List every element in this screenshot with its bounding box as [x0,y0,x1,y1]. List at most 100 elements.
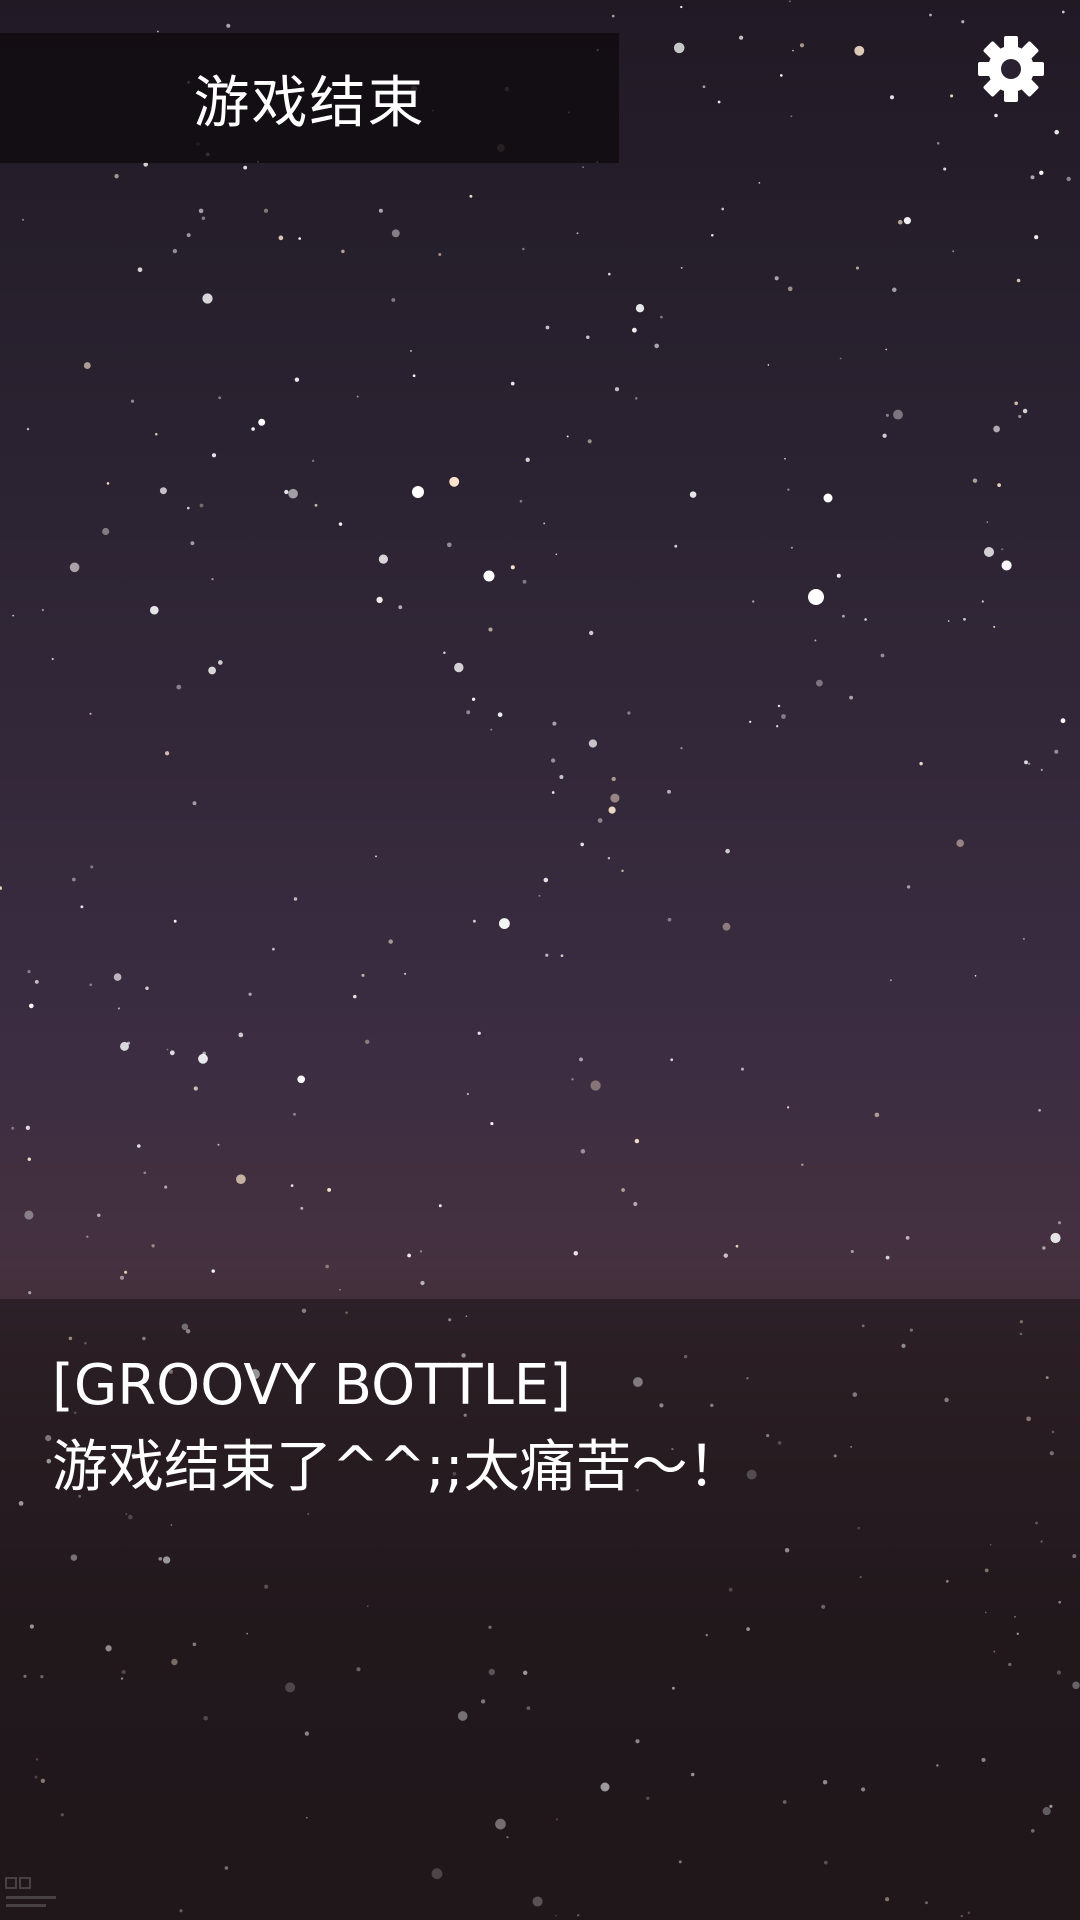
star [341,249,345,254]
bright-star [823,493,833,503]
star [477,1031,481,1035]
star [981,600,984,603]
star [143,1171,147,1175]
star [790,115,793,118]
star [325,1264,330,1269]
star [11,1126,15,1130]
star [993,625,996,628]
star [1022,937,1025,940]
star [1066,176,1071,182]
star [670,1058,674,1062]
star [510,565,515,570]
star [936,142,940,145]
star [419,1250,423,1253]
star [956,839,964,847]
star [28,1003,34,1009]
star [438,253,442,256]
gear-icon [978,36,1044,102]
star [114,174,119,179]
star [777,704,781,708]
star [391,229,400,238]
star [582,166,585,169]
star [680,267,683,269]
star [0,886,3,890]
star [633,1201,638,1207]
star [34,979,39,984]
star [611,776,616,782]
star [1016,278,1021,283]
star [621,1188,625,1192]
star [545,953,549,957]
watermark-logo [5,1877,56,1907]
star [293,897,298,901]
star [238,1032,244,1038]
star [490,728,493,731]
star [211,577,214,581]
star [284,489,289,495]
star [201,216,206,220]
star [41,608,45,612]
star [130,399,135,403]
star [236,1174,246,1185]
star [897,219,903,225]
star [454,662,464,673]
star [1057,1221,1062,1225]
star [735,1244,739,1248]
star [1022,408,1028,414]
star [816,679,823,687]
star [198,1053,208,1064]
star [994,113,998,118]
star [538,894,541,897]
star [892,287,897,293]
star [607,856,611,860]
star [137,267,143,273]
star [654,343,659,349]
star [559,774,564,780]
star [587,439,592,444]
star [202,293,213,304]
star [961,20,965,24]
star [717,100,721,104]
star [119,1275,125,1280]
star [173,919,177,923]
star [722,922,731,931]
star [1018,414,1022,419]
star [611,14,615,18]
star [27,1157,31,1161]
star [193,1086,198,1091]
star [627,711,631,715]
star [580,842,585,847]
star [882,433,887,438]
star [25,1125,31,1130]
star [490,1122,494,1126]
star [667,789,671,794]
star [792,49,794,52]
star [723,1253,729,1258]
star [880,653,885,658]
star [375,855,377,858]
star [339,1288,341,1291]
star [839,357,842,360]
star [711,234,714,237]
star [1042,1246,1046,1250]
star [854,45,865,56]
star [199,503,204,508]
game-screen[interactable]: 游戏结束 [GROOVY BOTTLE] 游戏结束了^^;;太痛苦～！ [0,0,1080,1920]
star [1060,718,1066,724]
bright-star [412,486,424,498]
settings-button[interactable] [975,33,1047,105]
star [749,720,752,723]
star [580,1149,586,1154]
star [27,969,31,974]
star [120,1041,129,1051]
star [24,1210,34,1220]
star [608,272,611,276]
bright-star [483,570,495,582]
star [550,758,556,763]
star [378,554,388,564]
star [126,1041,131,1045]
star [471,697,476,701]
star [102,527,110,536]
star [986,521,989,523]
star [752,600,755,603]
